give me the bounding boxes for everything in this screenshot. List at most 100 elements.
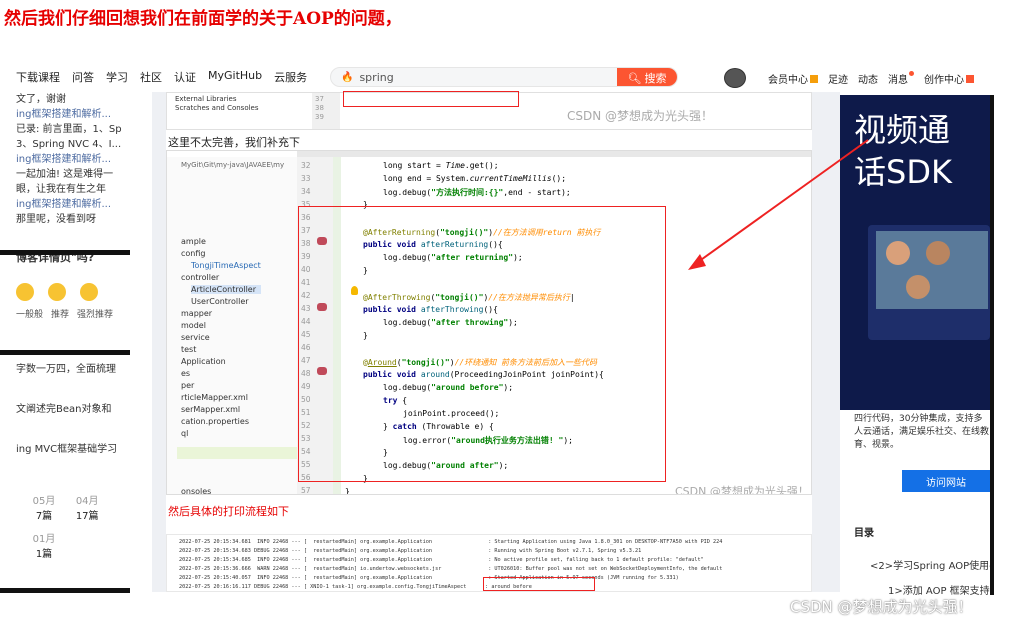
highlight-row bbox=[177, 447, 297, 459]
creator-center-label: 创作中心 bbox=[924, 75, 964, 86]
nav-item-community[interactable]: 社区 bbox=[140, 69, 162, 85]
emotion-label: 强烈推荐 bbox=[77, 310, 114, 320]
comment-link[interactable]: ing框架搭建和解析... bbox=[16, 197, 130, 212]
related-article[interactable]: 字数一万四，全面梳理 bbox=[16, 360, 130, 400]
log-line: 2022-07-25 20:15:34.683 DEBUG 22468 --- … bbox=[179, 548, 642, 554]
nav-item-learn[interactable]: 学习 bbox=[106, 69, 128, 85]
month-count: 7篇 bbox=[35, 511, 53, 522]
nav-item-cert[interactable]: 认证 bbox=[174, 69, 196, 85]
grin-icon[interactable] bbox=[80, 283, 98, 301]
ad-banner[interactable]: 视频通 话SDK 四行代码，30分钟集成，支持多人云通话，满足娱乐社交、在线教育… bbox=[840, 95, 990, 507]
notification-dot-icon bbox=[909, 71, 914, 76]
tree-file[interactable]: serMapper.xml bbox=[181, 405, 240, 414]
tree-item[interactable]: ample bbox=[181, 237, 206, 246]
emotion-label: 一般般 bbox=[16, 310, 44, 320]
comment-text: 3、Spring NVC 4、I... bbox=[16, 139, 122, 150]
tree-folder[interactable]: config bbox=[181, 249, 205, 258]
nav-item-mygithub[interactable]: MyGitHub bbox=[208, 69, 262, 85]
tree-folder[interactable]: per bbox=[181, 381, 194, 390]
tree-file[interactable]: rticleMapper.xml bbox=[181, 393, 248, 402]
highlight-box bbox=[343, 91, 519, 107]
divider bbox=[0, 350, 130, 355]
archive-month[interactable]: 04月 17篇 bbox=[73, 492, 101, 522]
member-center-label: 会员中心 bbox=[768, 75, 808, 86]
tree-file-selected[interactable]: ArticleController bbox=[191, 285, 261, 294]
comment-link[interactable]: ing框架搭建和解析... bbox=[16, 107, 130, 122]
archive-month[interactable]: 01月 1篇 bbox=[30, 530, 58, 560]
ad-title: 视频通 话SDK bbox=[854, 109, 952, 193]
related-article[interactable]: ing MVC框架基础学习 bbox=[16, 440, 130, 480]
laptop-illustration bbox=[868, 225, 990, 340]
nav-item-cloud[interactable]: 云服务 bbox=[274, 69, 307, 85]
archive-month[interactable]: 05月 7篇 bbox=[30, 492, 58, 522]
line-number: 33 bbox=[301, 174, 311, 183]
section-text-red: 然后具体的打印流程如下 bbox=[168, 505, 289, 518]
tree-item[interactable]: onsoles bbox=[181, 487, 211, 494]
search-bar: 🔥 🔍︎ 搜索 bbox=[330, 67, 678, 87]
emotion-labels: 一般般 推荐 强烈推荐 bbox=[16, 307, 130, 320]
page-margin bbox=[994, 92, 1028, 592]
line-number: 32 bbox=[301, 161, 311, 170]
tree-file[interactable]: Application bbox=[181, 357, 226, 366]
nav-items: 下载课程 问答 学习 社区 认证 MyGitHub 云服务 bbox=[16, 69, 307, 85]
tree-file[interactable]: UserController bbox=[191, 297, 249, 306]
month-count: 1篇 bbox=[35, 549, 53, 560]
tree-folder[interactable]: model bbox=[181, 321, 206, 330]
ad-image: 视频通 话SDK bbox=[840, 95, 990, 410]
divider bbox=[0, 588, 130, 593]
search-button[interactable]: 🔍︎ 搜索 bbox=[617, 68, 677, 86]
nav-item-qa[interactable]: 问答 bbox=[72, 69, 94, 85]
project-tree: External Libraries Scratches and Console… bbox=[167, 93, 312, 129]
tree-folder[interactable]: test bbox=[181, 345, 196, 354]
nav-messages[interactable]: 消息 bbox=[888, 71, 914, 86]
comment-text: 那里呢，没看到呀 bbox=[16, 214, 96, 225]
tree-file[interactable]: TongjiTimeAspect bbox=[191, 261, 261, 270]
archive-months: 05月 7篇 04月 17篇 01月 1篇 bbox=[0, 492, 130, 560]
log-line: 2022-07-25 20:15:40.057 INFO 22468 --- [… bbox=[179, 575, 679, 581]
toc-item[interactable]: 1>添加 AOP 框架支持 bbox=[888, 582, 990, 597]
tree-folder[interactable]: ql bbox=[181, 429, 188, 438]
tree-file[interactable]: cation.properties bbox=[181, 417, 249, 426]
path-label: MyGit\Git\my-java\JAVAEE\my bbox=[181, 161, 285, 169]
visit-website-button[interactable]: 访问网站 bbox=[902, 470, 990, 492]
toc-item[interactable]: <2>学习Spring AOP使用-案 bbox=[870, 557, 1003, 572]
related-article[interactable]: 文阐述完Bean对象和 bbox=[16, 400, 130, 440]
line-number: 34 bbox=[301, 187, 311, 196]
project-tree: MyGit\Git\my-java\JAVAEE\my ample config… bbox=[167, 157, 297, 494]
nav-footprint[interactable]: 足迹 bbox=[828, 71, 848, 86]
month-label: 04月 bbox=[75, 496, 99, 507]
nav-creator-center[interactable]: 创作中心 bbox=[924, 71, 974, 86]
article-heading: 然后我们仔细回想我们在前面学的关于AOP的问题， bbox=[4, 9, 402, 29]
watermark: CSDN @梦想成为光头强！ bbox=[567, 109, 714, 123]
tree-item: External Libraries bbox=[175, 95, 237, 103]
tree-folder[interactable]: mapper bbox=[181, 309, 212, 318]
video-call-screen bbox=[876, 231, 988, 309]
avatar[interactable] bbox=[724, 68, 746, 88]
comment-link[interactable]: ing框架搭建和解析... bbox=[16, 152, 130, 167]
console-log-screenshot: 2022-07-25 20:15:34.681 INFO 22468 --- [… bbox=[166, 534, 812, 592]
nav-activity[interactable]: 动态 bbox=[858, 71, 878, 86]
line-number: 57 bbox=[301, 486, 311, 495]
nav-member-center[interactable]: 会员中心 bbox=[768, 71, 818, 86]
log-line: 2022-07-25 20:15:34.681 INFO 22468 --- [… bbox=[179, 539, 723, 545]
month-label: 01月 bbox=[32, 534, 56, 545]
right-nav: 会员中心 足迹 动态 消息 创作中心 bbox=[768, 71, 974, 86]
ad-title-line: 视频通 bbox=[854, 111, 951, 149]
participant-avatar bbox=[926, 241, 950, 265]
left-sidebar: 文了，谢谢 ing框架搭建和解析... 已录: 前言里面，1、Sp 3、Spri… bbox=[0, 92, 130, 592]
divider bbox=[0, 250, 130, 255]
section-text: 这里不太完善，我们补充下 bbox=[168, 136, 300, 149]
emotion-row bbox=[16, 283, 130, 301]
ide-screenshot-top: External Libraries Scratches and Console… bbox=[166, 91, 812, 130]
nav-item-download[interactable]: 下载课程 bbox=[16, 69, 60, 85]
search-button-label: 搜索 bbox=[644, 72, 667, 85]
top-nav: 下载课程 问答 学习 社区 认证 MyGitHub 云服务 🔥 🔍︎ 搜索 会员… bbox=[0, 62, 1028, 92]
tree-folder[interactable]: controller bbox=[181, 273, 219, 282]
highlight-box bbox=[483, 577, 595, 591]
happy-icon[interactable] bbox=[48, 283, 66, 301]
participant-avatar bbox=[906, 275, 930, 299]
search-input[interactable] bbox=[359, 70, 560, 84]
smile-icon[interactable] bbox=[16, 283, 34, 301]
tree-folder[interactable]: es bbox=[181, 369, 190, 378]
tree-folder[interactable]: service bbox=[181, 333, 210, 342]
